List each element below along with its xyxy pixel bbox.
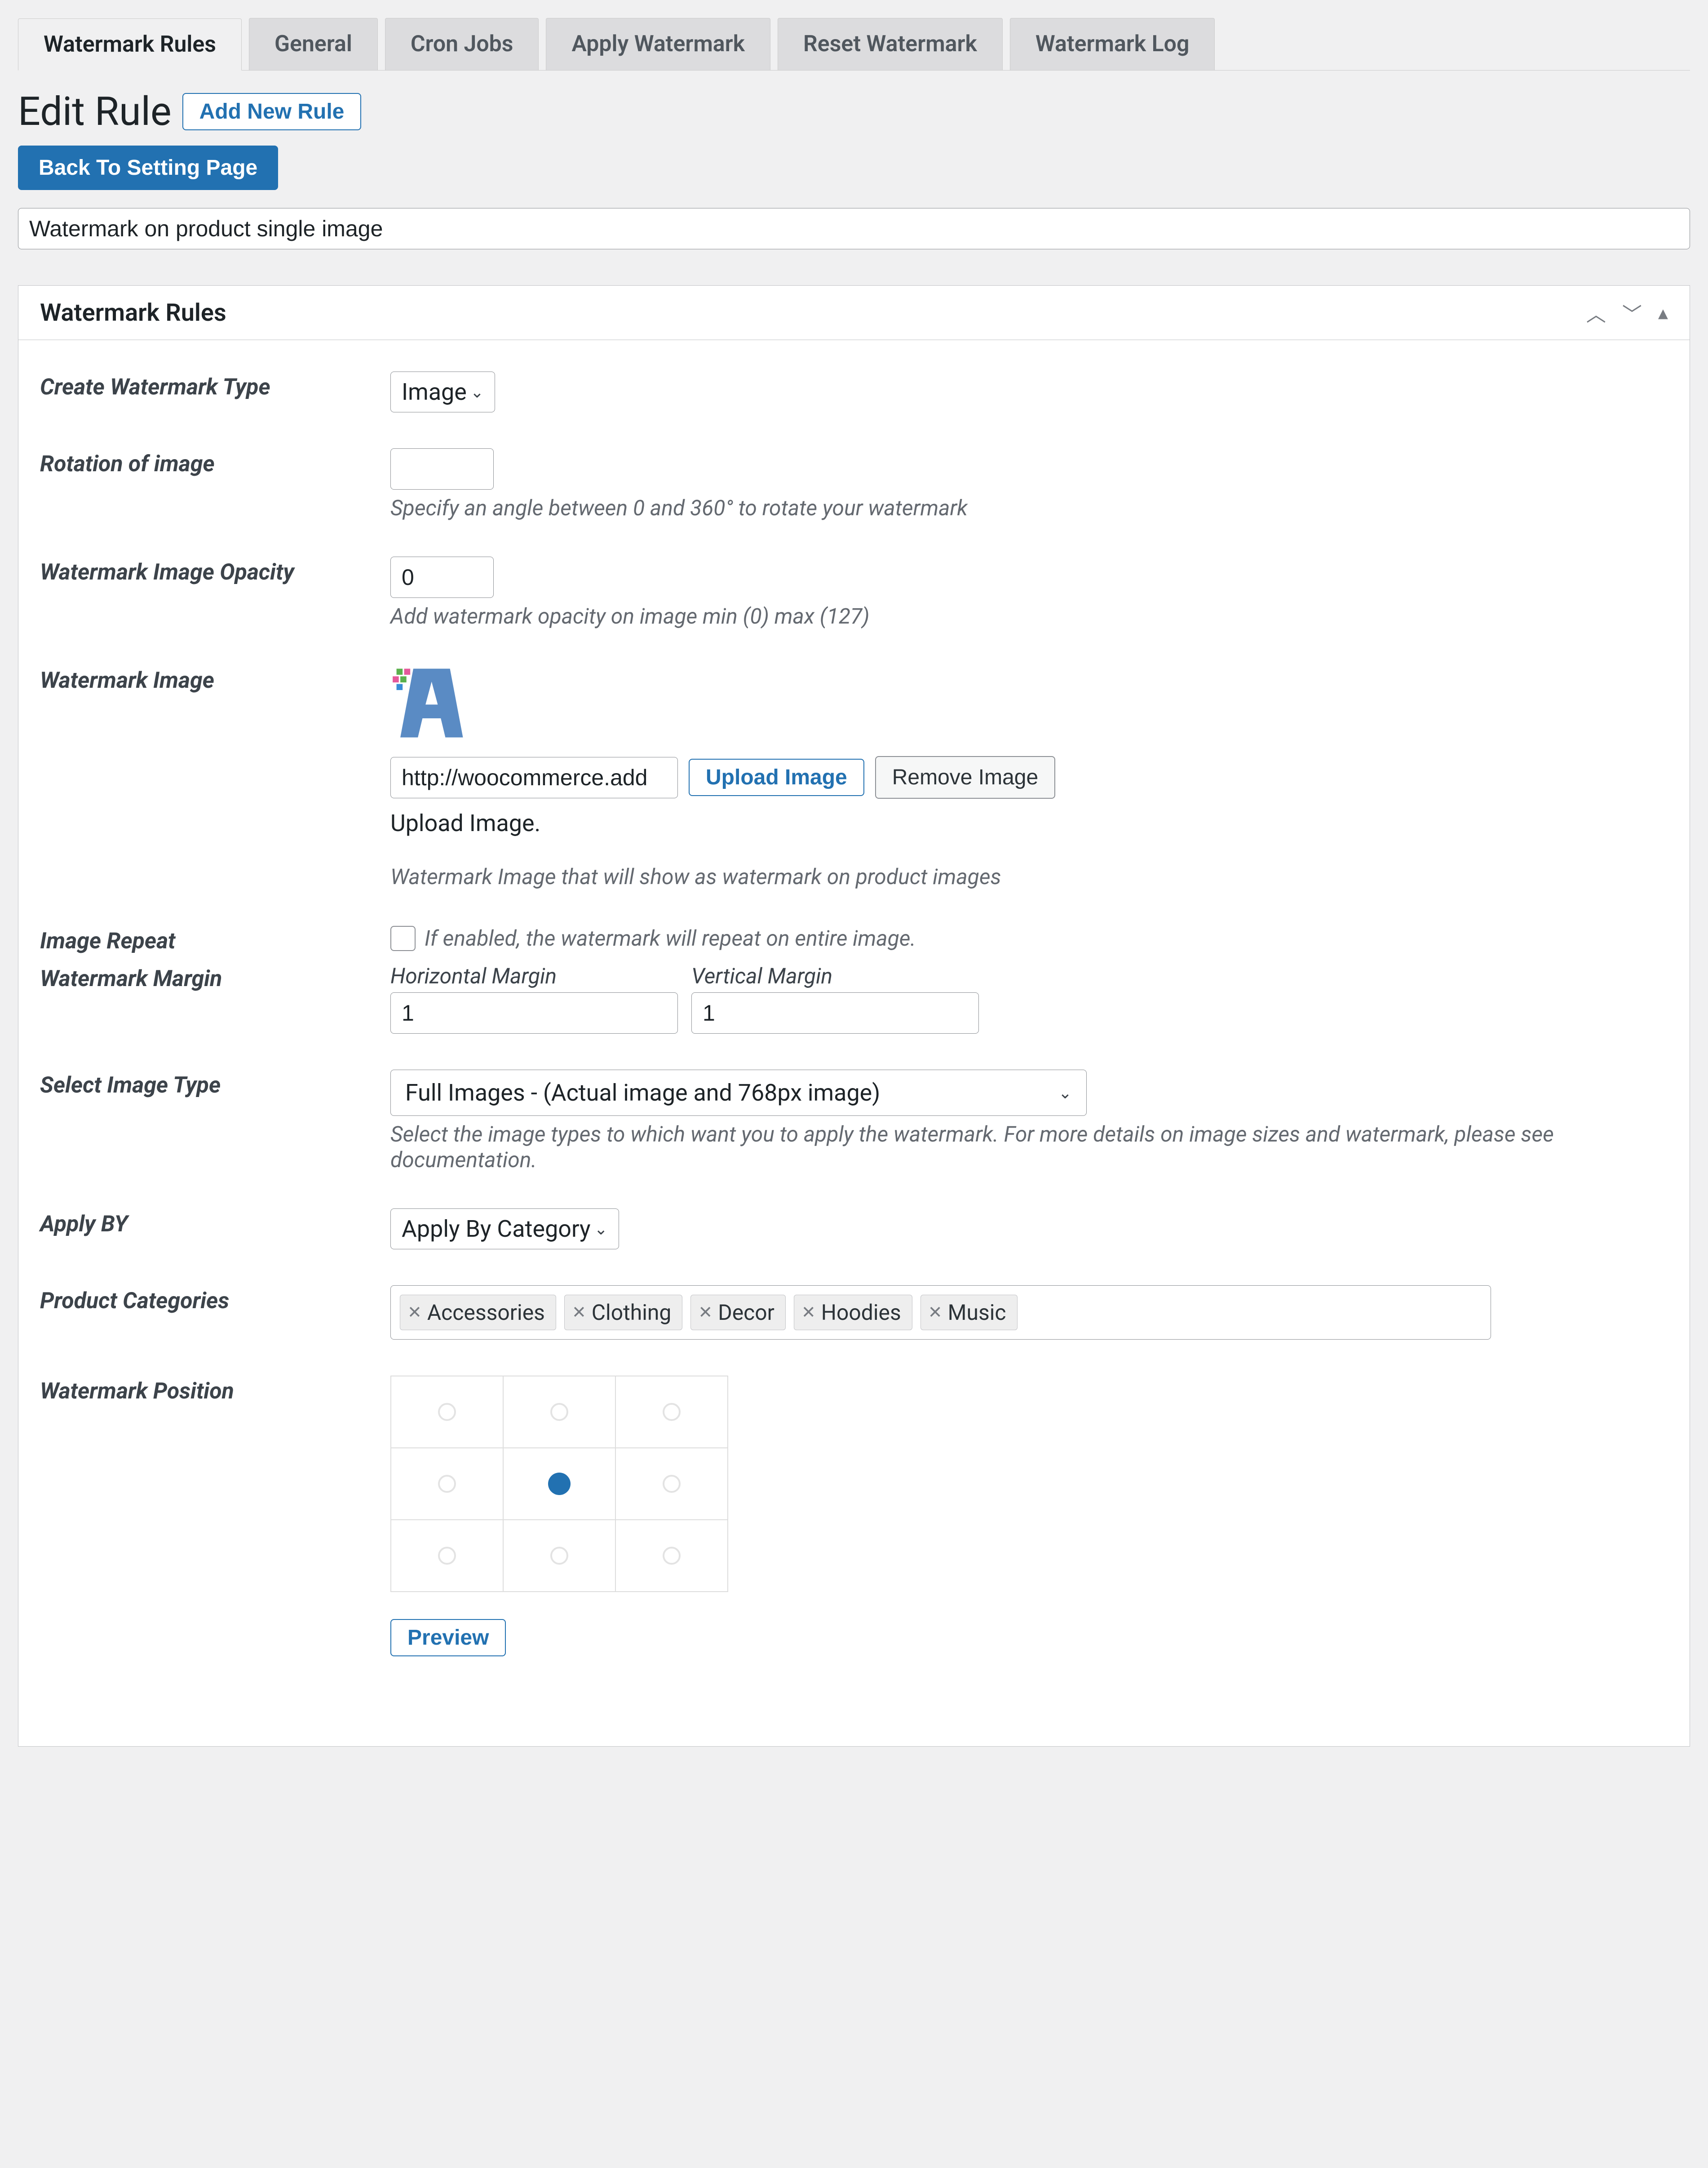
- watermark-image-hint: Watermark Image that will show as waterm…: [390, 864, 1668, 889]
- page-title: Edit Rule: [18, 88, 172, 135]
- back-to-setting-button[interactable]: Back To Setting Page: [18, 146, 278, 190]
- panel-controls: ︿ ﹀ ▴: [1586, 298, 1668, 327]
- h-margin-label: Horizontal Margin: [390, 963, 678, 989]
- tag-hoodies: ✕Hoodies: [794, 1295, 912, 1330]
- tab-watermark-rules[interactable]: Watermark Rules: [18, 18, 242, 71]
- rotation-label: Rotation of image: [40, 448, 390, 477]
- remove-tag-icon[interactable]: ✕: [572, 1302, 586, 1323]
- categories-input[interactable]: ✕Accessories ✕Clothing ✕Decor ✕Hoodies ✕…: [390, 1285, 1491, 1340]
- panel-up-icon[interactable]: ︿: [1586, 298, 1606, 327]
- upload-image-button[interactable]: Upload Image: [689, 759, 864, 796]
- opacity-input[interactable]: [390, 557, 494, 598]
- image-url-input[interactable]: [390, 757, 678, 798]
- position-label: Watermark Position: [40, 1376, 390, 1404]
- rule-title-input[interactable]: [18, 208, 1690, 249]
- position-top-right[interactable]: [615, 1376, 728, 1448]
- h-margin-input[interactable]: [390, 992, 678, 1034]
- apply-by-value: Apply By Category: [402, 1215, 591, 1243]
- position-top-center[interactable]: [503, 1376, 615, 1448]
- tab-cron-jobs[interactable]: Cron Jobs: [385, 18, 539, 70]
- page-title-row: Edit Rule Add New Rule: [18, 88, 1690, 135]
- rotation-input[interactable]: [390, 448, 494, 490]
- chevron-down-icon: ⌄: [470, 383, 484, 402]
- panel-body: Create Watermark Type Image ⌄ Rotation o…: [18, 340, 1690, 1746]
- chevron-down-icon: ⌄: [594, 1220, 608, 1239]
- create-type-select[interactable]: Image ⌄: [390, 372, 495, 412]
- rotation-hint: Specify an angle between 0 and 360° to r…: [390, 495, 1668, 521]
- tag-music: ✕Music: [920, 1295, 1018, 1330]
- create-type-value: Image: [402, 378, 467, 406]
- image-repeat-checkbox[interactable]: [390, 926, 416, 951]
- preview-button[interactable]: Preview: [390, 1619, 506, 1656]
- categories-label: Product Categories: [40, 1285, 390, 1314]
- position-grid: [390, 1376, 728, 1592]
- image-type-value: Full Images - (Actual image and 768px im…: [405, 1079, 880, 1106]
- position-middle-center[interactable]: [503, 1448, 615, 1520]
- position-bottom-center[interactable]: [503, 1520, 615, 1592]
- opacity-label: Watermark Image Opacity: [40, 557, 390, 585]
- apply-by-label: Apply BY: [40, 1208, 390, 1237]
- remove-tag-icon[interactable]: ✕: [801, 1302, 816, 1323]
- remove-image-button[interactable]: Remove Image: [875, 756, 1055, 799]
- panel-collapse-icon[interactable]: ▴: [1658, 301, 1668, 324]
- margin-label: Watermark Margin: [40, 963, 390, 992]
- add-new-rule-button[interactable]: Add New Rule: [182, 93, 362, 130]
- position-bottom-right[interactable]: [615, 1520, 728, 1592]
- position-top-left[interactable]: [391, 1376, 503, 1448]
- watermark-preview-image: [390, 665, 1668, 747]
- remove-tag-icon[interactable]: ✕: [698, 1302, 712, 1323]
- v-margin-label: Vertical Margin: [691, 963, 979, 989]
- position-middle-left[interactable]: [391, 1448, 503, 1520]
- upload-image-text: Upload Image.: [390, 810, 1668, 837]
- tabs: Watermark Rules General Cron Jobs Apply …: [18, 18, 1690, 71]
- image-type-hint: Select the image types to which want you…: [390, 1121, 1668, 1172]
- watermark-image-label: Watermark Image: [40, 665, 390, 694]
- image-type-label: Select Image Type: [40, 1070, 390, 1098]
- create-type-label: Create Watermark Type: [40, 372, 390, 400]
- rules-panel: Watermark Rules ︿ ﹀ ▴ Create Watermark T…: [18, 285, 1690, 1747]
- remove-tag-icon[interactable]: ✕: [928, 1302, 942, 1323]
- image-repeat-hint: If enabled, the watermark will repeat on…: [425, 925, 916, 951]
- image-repeat-label: Image Repeat: [40, 925, 390, 954]
- image-type-select[interactable]: Full Images - (Actual image and 768px im…: [390, 1070, 1087, 1116]
- tag-clothing: ✕Clothing: [564, 1295, 682, 1330]
- position-bottom-left[interactable]: [391, 1520, 503, 1592]
- panel-down-icon[interactable]: ﹀: [1622, 298, 1642, 327]
- panel-title: Watermark Rules: [40, 299, 226, 327]
- tab-reset-watermark[interactable]: Reset Watermark: [778, 18, 1003, 70]
- tag-decor: ✕Decor: [690, 1295, 786, 1330]
- chevron-down-icon: ⌄: [1058, 1084, 1072, 1102]
- tab-general[interactable]: General: [249, 18, 378, 70]
- remove-tag-icon[interactable]: ✕: [407, 1302, 422, 1323]
- tab-apply-watermark[interactable]: Apply Watermark: [546, 18, 770, 70]
- position-middle-right[interactable]: [615, 1448, 728, 1520]
- apply-by-select[interactable]: Apply By Category ⌄: [390, 1208, 619, 1249]
- tag-accessories: ✕Accessories: [400, 1295, 556, 1330]
- tab-watermark-log[interactable]: Watermark Log: [1010, 18, 1215, 70]
- v-margin-input[interactable]: [691, 992, 979, 1034]
- panel-header: Watermark Rules ︿ ﹀ ▴: [18, 286, 1690, 340]
- opacity-hint: Add watermark opacity on image min (0) m…: [390, 603, 1668, 629]
